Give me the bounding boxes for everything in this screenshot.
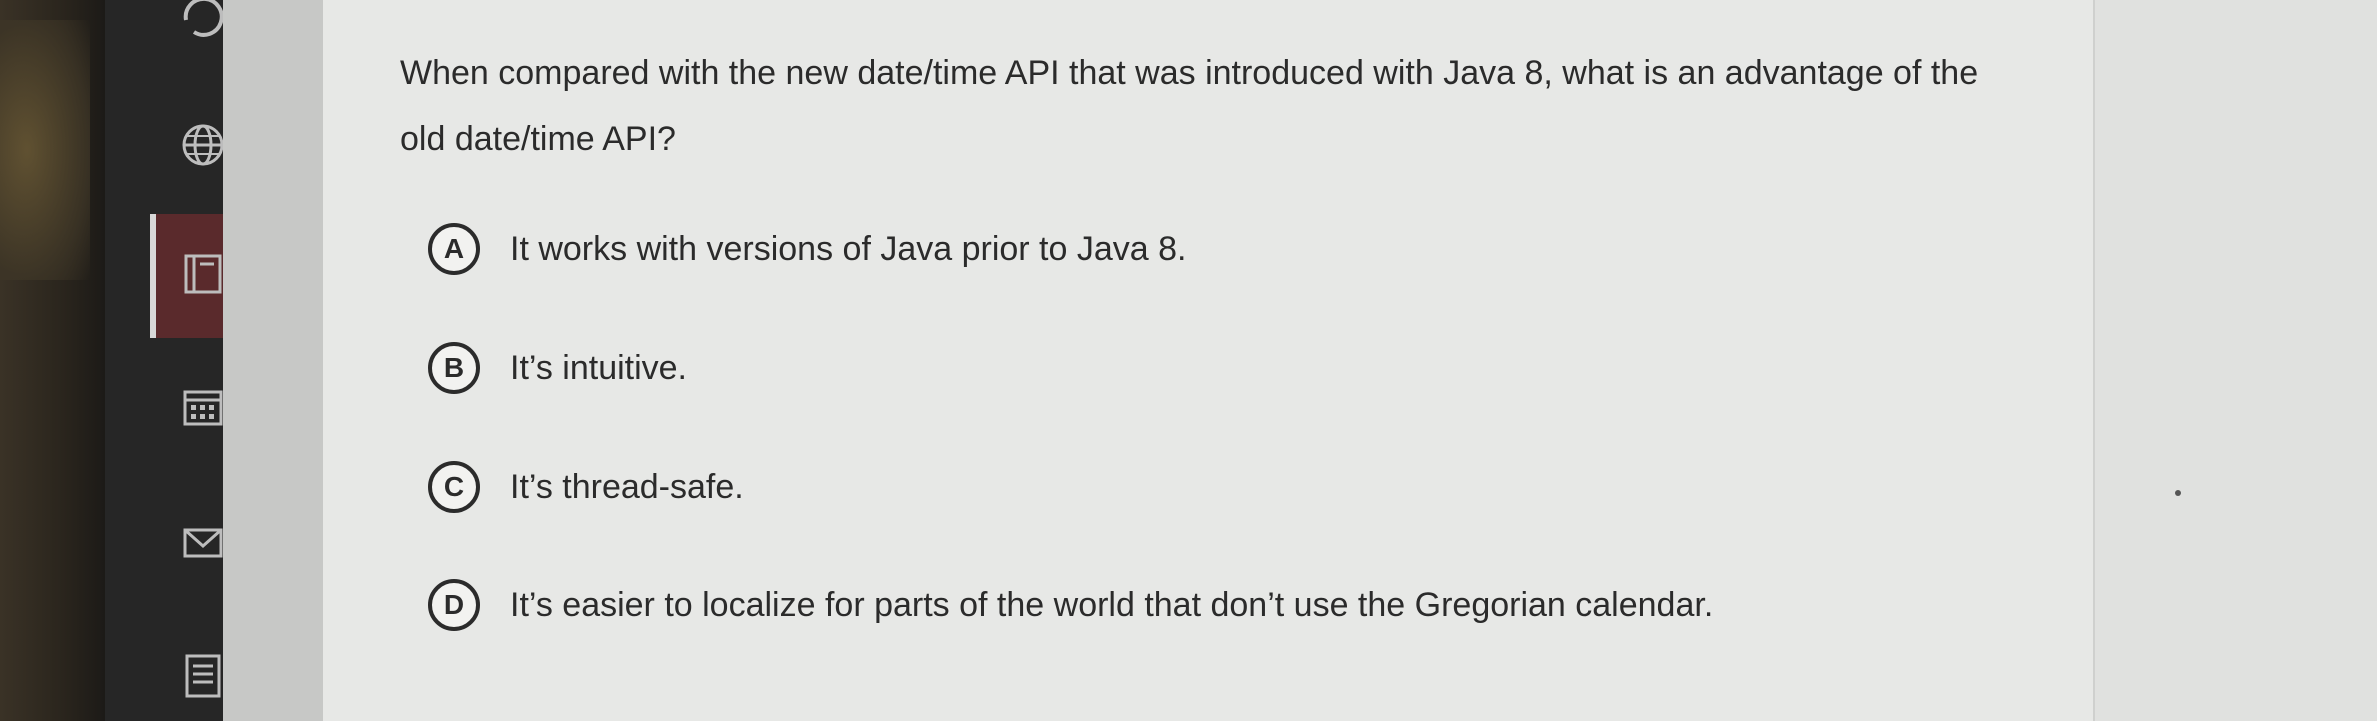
desk-light bbox=[0, 20, 90, 280]
sidebar-rail bbox=[105, 0, 223, 721]
content-gutter bbox=[223, 0, 323, 721]
option-b[interactable]: B It’s intuitive. bbox=[428, 333, 2028, 403]
mail-icon[interactable] bbox=[180, 520, 226, 566]
option-c[interactable]: C It’s thread-safe. bbox=[428, 452, 2028, 522]
option-d-text[interactable]: It’s easier to localize for parts of the… bbox=[510, 586, 1713, 625]
history-icon[interactable] bbox=[180, 0, 226, 40]
calendar-icon[interactable] bbox=[180, 384, 226, 430]
screen-speck bbox=[2175, 490, 2181, 496]
option-d[interactable]: D It’s easier to localize for parts of t… bbox=[428, 570, 2028, 640]
option-d-letter[interactable]: D bbox=[428, 579, 480, 631]
option-a[interactable]: A It works with versions of Java prior t… bbox=[428, 214, 2028, 284]
option-c-letter[interactable]: C bbox=[428, 461, 480, 513]
book-icon[interactable] bbox=[180, 250, 226, 296]
option-c-text[interactable]: It’s thread-safe. bbox=[510, 468, 744, 507]
sidebar-active-indicator bbox=[150, 214, 156, 338]
option-a-text[interactable]: It works with versions of Java prior to … bbox=[510, 230, 1186, 269]
document-icon[interactable] bbox=[180, 652, 226, 698]
globe-icon[interactable] bbox=[180, 122, 226, 168]
question-text: When compared with the new date/time API… bbox=[400, 54, 1979, 158]
option-b-text[interactable]: It’s intuitive. bbox=[510, 349, 687, 388]
option-a-letter[interactable]: A bbox=[428, 223, 480, 275]
option-b-letter[interactable]: B bbox=[428, 342, 480, 394]
right-panel bbox=[2093, 0, 2377, 721]
screen: When compared with the new date/time API… bbox=[0, 0, 2377, 721]
